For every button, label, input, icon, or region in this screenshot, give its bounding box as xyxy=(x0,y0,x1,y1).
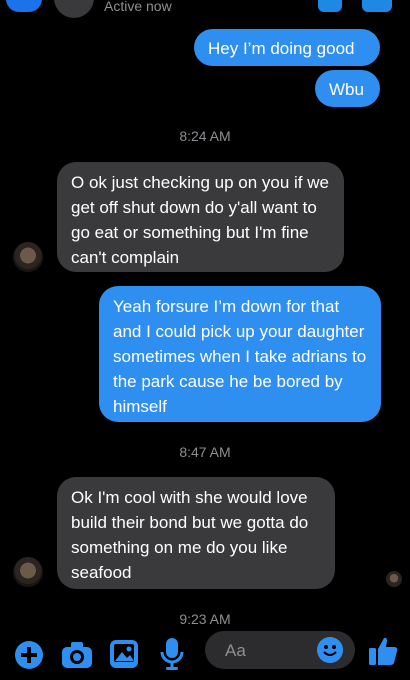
phone-call-icon[interactable] xyxy=(318,0,342,12)
back-button[interactable] xyxy=(6,0,42,12)
message-out-1: Hey I’m doing good xyxy=(194,29,380,66)
timestamp-1: 8:24 AM xyxy=(179,128,231,144)
video-call-icon[interactable] xyxy=(362,0,392,12)
message-in-2: Ok I'm cool with she would love build th… xyxy=(57,477,335,589)
thumbs-up-icon[interactable] xyxy=(368,636,398,666)
message-input[interactable] xyxy=(223,640,317,662)
camera-icon[interactable] xyxy=(61,641,93,669)
contact-avatar[interactable] xyxy=(54,0,94,18)
emoji-icon[interactable] xyxy=(317,637,343,663)
contact-avatar-small xyxy=(13,242,43,272)
message-out-3: Yeah forsure I’m down for that and I cou… xyxy=(99,286,381,422)
photo-gallery-icon[interactable] xyxy=(109,639,139,669)
plus-icon[interactable] xyxy=(14,640,44,670)
contact-avatar-small xyxy=(13,557,43,587)
timestamp-2: 8:47 AM xyxy=(179,444,231,460)
message-input-box[interactable] xyxy=(205,631,355,669)
read-receipt-avatar xyxy=(386,571,402,587)
timestamp-3: 9:23 AM xyxy=(179,611,231,627)
message-in-1: O ok just checking up on you if we get o… xyxy=(57,162,344,272)
active-status: Active now xyxy=(104,0,172,14)
microphone-icon[interactable] xyxy=(159,637,185,671)
message-out-2: Wbu xyxy=(315,70,380,107)
